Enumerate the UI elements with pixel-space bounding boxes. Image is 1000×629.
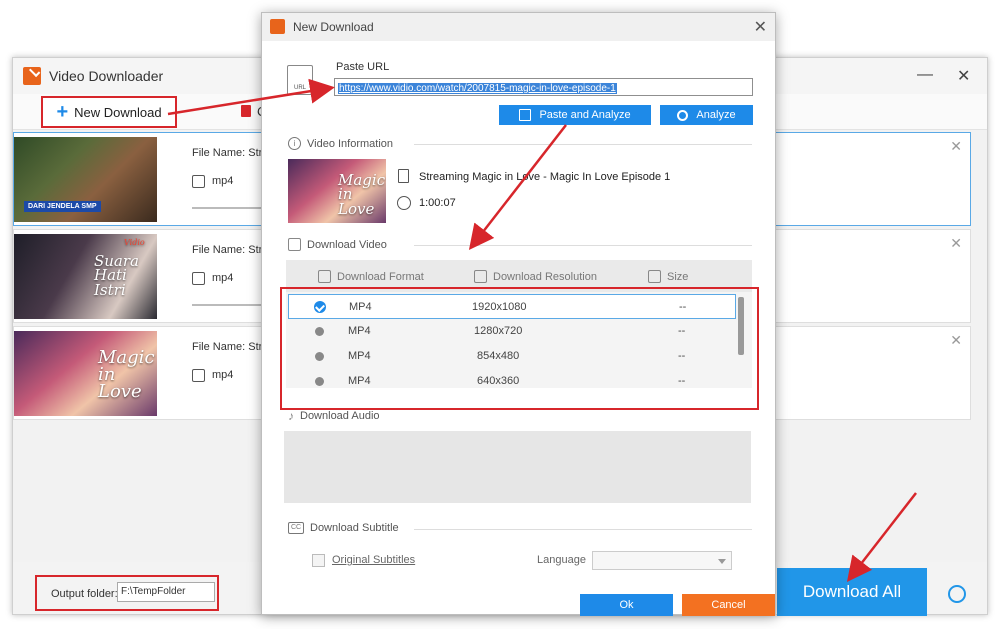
thumbnail-tag: DARI JENDELA SMP xyxy=(24,201,101,212)
video-thumbnail: Magic in Love xyxy=(14,331,157,416)
column-size: Size xyxy=(648,270,688,283)
download-video-header: Download Video xyxy=(288,238,387,251)
alarm-clock-icon[interactable] xyxy=(948,585,966,603)
column-resolution: Download Resolution xyxy=(474,270,597,283)
language-label: Language xyxy=(537,554,586,566)
original-subtitles-label[interactable]: Original Subtitles xyxy=(332,554,415,566)
video-duration: 1:00:07 xyxy=(419,197,456,209)
download-audio-title: Download Audio xyxy=(300,410,380,422)
column-format-label: Download Format xyxy=(337,270,424,283)
column-size-label: Size xyxy=(667,270,689,283)
trash-icon[interactable] xyxy=(241,105,251,117)
clipboard-icon xyxy=(519,109,532,121)
music-note-icon: ♪ xyxy=(288,409,294,423)
app-logo-icon xyxy=(23,67,41,85)
film-icon xyxy=(288,238,301,251)
ok-button[interactable]: Ok xyxy=(580,594,673,616)
file-name: File Name: Stre xyxy=(192,147,269,159)
format-icon xyxy=(192,369,205,382)
video-thumbnail: Suara Hati Istri Vidio xyxy=(14,234,157,319)
file-name: File Name: Stre xyxy=(192,244,269,256)
search-icon xyxy=(677,109,689,121)
output-folder-label: Output folder: xyxy=(51,588,118,600)
format-icon xyxy=(192,272,205,285)
document-icon xyxy=(398,169,409,183)
dialog-close-button[interactable]: ✕ xyxy=(754,17,767,37)
download-subtitle-title: Download Subtitle xyxy=(310,522,399,534)
video-information-header: i Video Information xyxy=(288,137,393,150)
close-window-button[interactable]: ✕ xyxy=(957,66,970,86)
progress-bar xyxy=(192,207,272,209)
format-table-highlight xyxy=(280,287,759,410)
remove-item-icon[interactable]: ✕ xyxy=(950,138,962,155)
new-download-button[interactable]: + New Download xyxy=(41,96,177,128)
video-thumbnail: Magic in Love xyxy=(288,159,386,223)
new-download-dialog: New Download ✕ Paste URL https://www.vid… xyxy=(261,12,776,616)
video-name: Streaming Magic in Love - Magic In Love … xyxy=(419,171,671,183)
thumbnail-title: Magic in Love xyxy=(98,347,155,403)
format-label: mp4 xyxy=(212,175,234,187)
download-all-button[interactable]: Download All xyxy=(777,568,927,616)
paste-and-analyze-label: Paste and Analyze xyxy=(539,109,631,121)
format-icon xyxy=(192,175,205,188)
download-audio-header: ♪ Download Audio xyxy=(288,409,380,423)
dialog-title: New Download xyxy=(293,20,374,34)
progress-bar xyxy=(192,304,272,306)
language-dropdown[interactable] xyxy=(592,551,732,570)
thumbnail-brand: Vidio xyxy=(124,238,145,247)
original-subtitles-checkbox[interactable] xyxy=(312,554,325,567)
info-icon: i xyxy=(288,137,301,150)
folder-icon xyxy=(648,270,661,283)
output-folder-field[interactable]: F:\TempFolder xyxy=(117,582,215,602)
file-name: File Name: Stre xyxy=(192,341,269,353)
column-format: Download Format xyxy=(318,270,424,283)
url-icon xyxy=(287,65,313,95)
format-label: mp4 xyxy=(212,272,234,284)
format-label: mp4 xyxy=(212,369,234,381)
remove-item-icon[interactable]: ✕ xyxy=(950,332,962,349)
paste-url-label: Paste URL xyxy=(336,61,390,73)
remove-item-icon[interactable]: ✕ xyxy=(950,235,962,252)
thumbnail-title: Magic in Love xyxy=(338,171,386,218)
analyze-button[interactable]: Analyze xyxy=(660,105,753,125)
url-value: https://www.vidio.com/watch/2007815-magi… xyxy=(338,83,617,94)
plus-icon: + xyxy=(56,101,69,123)
cancel-button[interactable]: Cancel xyxy=(682,594,775,616)
paste-and-analyze-button[interactable]: Paste and Analyze xyxy=(499,105,651,125)
dialog-title-bar: New Download ✕ xyxy=(262,13,775,41)
url-input[interactable]: https://www.vidio.com/watch/2007815-magi… xyxy=(334,78,753,96)
video-information-title: Video Information xyxy=(307,137,394,150)
video-thumbnail: DARI JENDELA SMP xyxy=(14,137,157,222)
new-download-label: New Download xyxy=(74,104,162,120)
divider xyxy=(414,144,752,145)
divider xyxy=(414,529,752,530)
divider xyxy=(414,245,752,246)
download-subtitle-header: CC Download Subtitle xyxy=(288,522,399,534)
column-resolution-label: Download Resolution xyxy=(493,270,597,283)
minimize-button[interactable]: — xyxy=(917,66,933,84)
app-title: Video Downloader xyxy=(49,68,164,84)
app-logo-icon xyxy=(270,19,285,34)
analyze-label: Analyze xyxy=(696,109,736,121)
clock-icon xyxy=(397,196,411,210)
closed-caption-icon: CC xyxy=(288,522,304,534)
thumbnail-title: Suara Hati Istri xyxy=(94,252,139,299)
download-video-title: Download Video xyxy=(307,238,387,251)
audio-list xyxy=(284,431,751,503)
resolution-icon xyxy=(474,270,487,283)
format-icon xyxy=(318,270,331,283)
